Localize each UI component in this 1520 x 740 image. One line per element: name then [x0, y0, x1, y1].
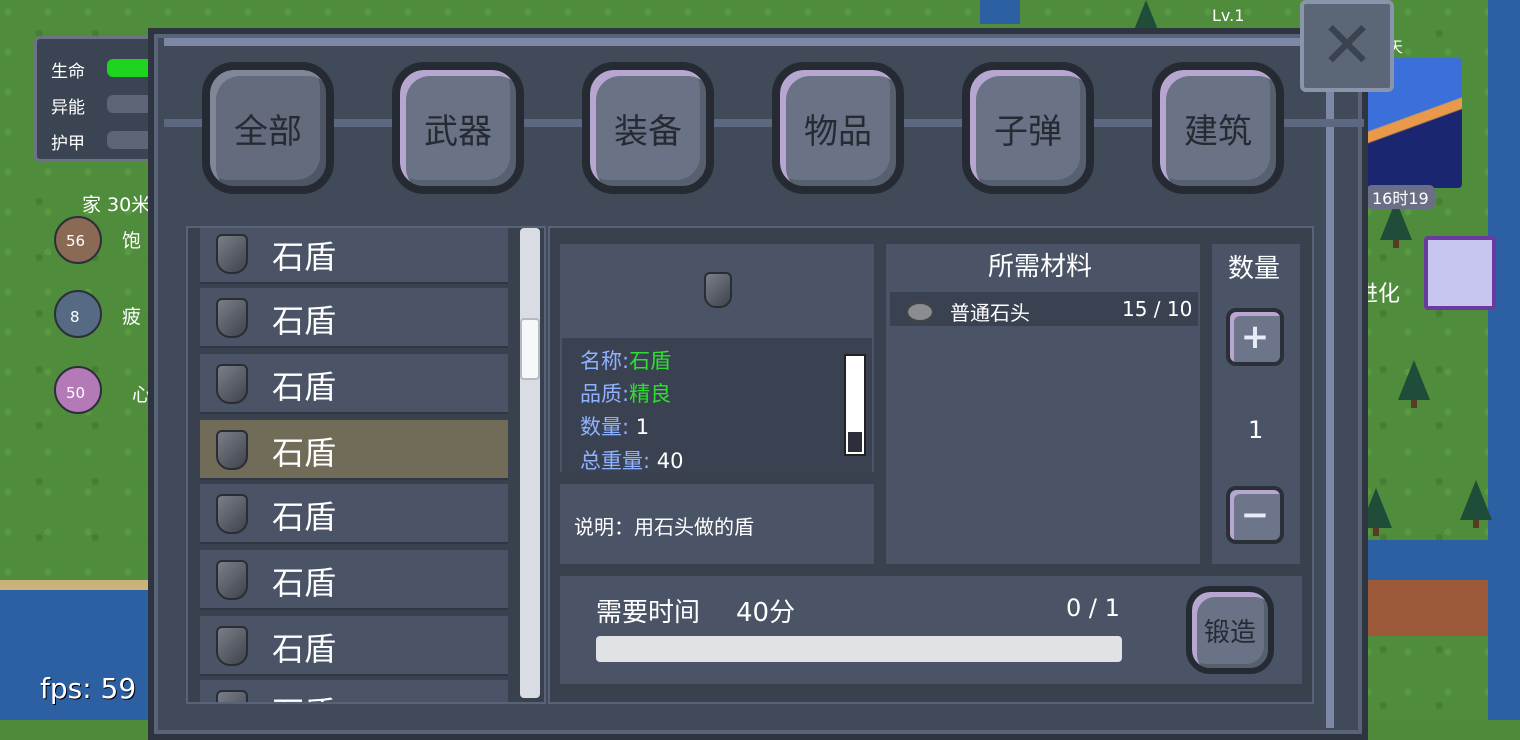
recipe-list[interactable]: 石盾 石盾 石盾 石盾 石盾 石盾 石盾 石盾 [186, 226, 546, 704]
item-description: 说明：用石头做的盾 [574, 515, 754, 539]
stone-shield-icon [216, 364, 248, 404]
dirt-tile [1356, 580, 1488, 636]
item-name: 石盾 [272, 564, 337, 602]
list-item[interactable]: 石盾 [200, 484, 508, 544]
time-required-label: 需要时间 [596, 598, 701, 628]
list-item-selected[interactable]: 石盾 [200, 420, 508, 480]
hunger-value: 56 [66, 232, 86, 250]
materials-title: 所需材料 [988, 252, 1093, 282]
attr-quality: 品质:精良 [580, 378, 671, 408]
quantity-minus-button[interactable]: − [1226, 486, 1284, 544]
tab-all[interactable]: 全部 [202, 62, 334, 194]
attr-label: 数量: [580, 415, 630, 439]
tree [1398, 360, 1430, 408]
attr-count: 数量: 1 [580, 411, 649, 441]
stone-shield-icon [216, 690, 248, 702]
water-tile [1356, 540, 1488, 580]
attributes-scroll-thumb[interactable] [848, 432, 862, 452]
player-level: Lv.1 [1212, 6, 1245, 25]
stone-shield-icon [704, 272, 732, 308]
tab-equipment[interactable]: 装备 [582, 62, 714, 194]
stone-shield-icon [216, 626, 248, 666]
stone-icon [906, 302, 934, 322]
item-name: 石盾 [272, 368, 337, 406]
list-scrollbar[interactable] [520, 228, 540, 698]
stat-energy-label: 异能 [51, 98, 85, 118]
tree [1460, 480, 1492, 528]
tab-label: 物品 [804, 111, 872, 152]
stat-hp-label: 生命 [51, 62, 85, 82]
minus-icon: − [1240, 495, 1270, 535]
stone-shield-icon [216, 234, 248, 274]
list-item[interactable]: 石盾 [200, 680, 508, 702]
forge-button[interactable]: 锻造 [1186, 586, 1274, 674]
close-button[interactable]: ✕ [1300, 0, 1394, 92]
mood-value: 50 [66, 384, 86, 402]
water-tile [980, 0, 1020, 24]
quantity-plus-button[interactable]: + [1226, 308, 1284, 366]
tab-weapons[interactable]: 武器 [392, 62, 524, 194]
tab-ammo[interactable]: 子弹 [962, 62, 1094, 194]
forge-progress-count: 0 / 1 [1066, 594, 1120, 622]
list-item[interactable]: 石盾 [200, 288, 508, 348]
forge-progress-bar [596, 636, 1122, 662]
quest-scroll-button[interactable] [1424, 236, 1496, 310]
tab-label: 建筑 [1184, 111, 1252, 152]
quantity-title: 数量 [1228, 254, 1281, 284]
hunger-label: 饱 [122, 230, 142, 252]
list-item[interactable]: 石盾 [200, 354, 508, 414]
fatigue-label: 疲 [122, 306, 142, 328]
material-count: 15 / 10 [1122, 297, 1193, 321]
forge-button-label: 锻造 [1203, 617, 1256, 648]
panel-rail [164, 38, 1344, 46]
attr-label: 品质: [580, 382, 630, 406]
home-distance: 家 30米 [82, 194, 151, 216]
item-name: 石盾 [272, 302, 337, 340]
stone-shield-icon [216, 494, 248, 534]
attr-label: 名称: [580, 349, 630, 373]
attr-value: 40 [656, 449, 684, 473]
attr-value: 1 [635, 415, 650, 439]
material-name: 普通石头 [950, 301, 1030, 325]
stone-shield-icon [216, 560, 248, 600]
attr-name: 名称:石盾 [580, 345, 671, 375]
stat-armor-label: 护甲 [51, 134, 85, 154]
item-name: 石盾 [272, 238, 337, 276]
fps-counter: fps: 59 [40, 672, 137, 705]
list-item[interactable]: 石盾 [200, 616, 508, 676]
fatigue-value: 8 [70, 308, 80, 326]
stone-shield-icon [216, 430, 248, 470]
tab-items[interactable]: 物品 [772, 62, 904, 194]
water-tile [1488, 0, 1520, 720]
item-name: 石盾 [272, 434, 337, 472]
scrollbar-thumb[interactable] [520, 318, 540, 380]
tab-label: 全部 [234, 111, 302, 152]
tab-label: 装备 [614, 111, 682, 152]
stone-shield-icon [216, 298, 248, 338]
attr-label: 总重量: [580, 449, 651, 473]
quantity-value: 1 [1248, 416, 1264, 444]
time-required-value: 40分 [736, 598, 796, 628]
game-time: 16时19 [1366, 185, 1435, 209]
item-name: 石盾 [272, 498, 337, 536]
tab-label: 子弹 [994, 111, 1062, 152]
panel-rail [1326, 38, 1334, 728]
attr-value: 石盾 [629, 349, 672, 373]
list-item[interactable]: 石盾 [200, 550, 508, 610]
close-icon: ✕ [1320, 9, 1374, 83]
attr-value: 精良 [629, 382, 672, 406]
tab-buildings[interactable]: 建筑 [1152, 62, 1284, 194]
item-name: 石盾 [272, 688, 336, 702]
list-item[interactable]: 石盾 [200, 228, 508, 284]
item-name: 石盾 [272, 630, 337, 668]
shore-tile [0, 580, 150, 590]
tab-label: 武器 [424, 111, 492, 152]
attr-weight: 总重量: 40 [580, 445, 684, 475]
plus-icon: + [1240, 317, 1270, 357]
